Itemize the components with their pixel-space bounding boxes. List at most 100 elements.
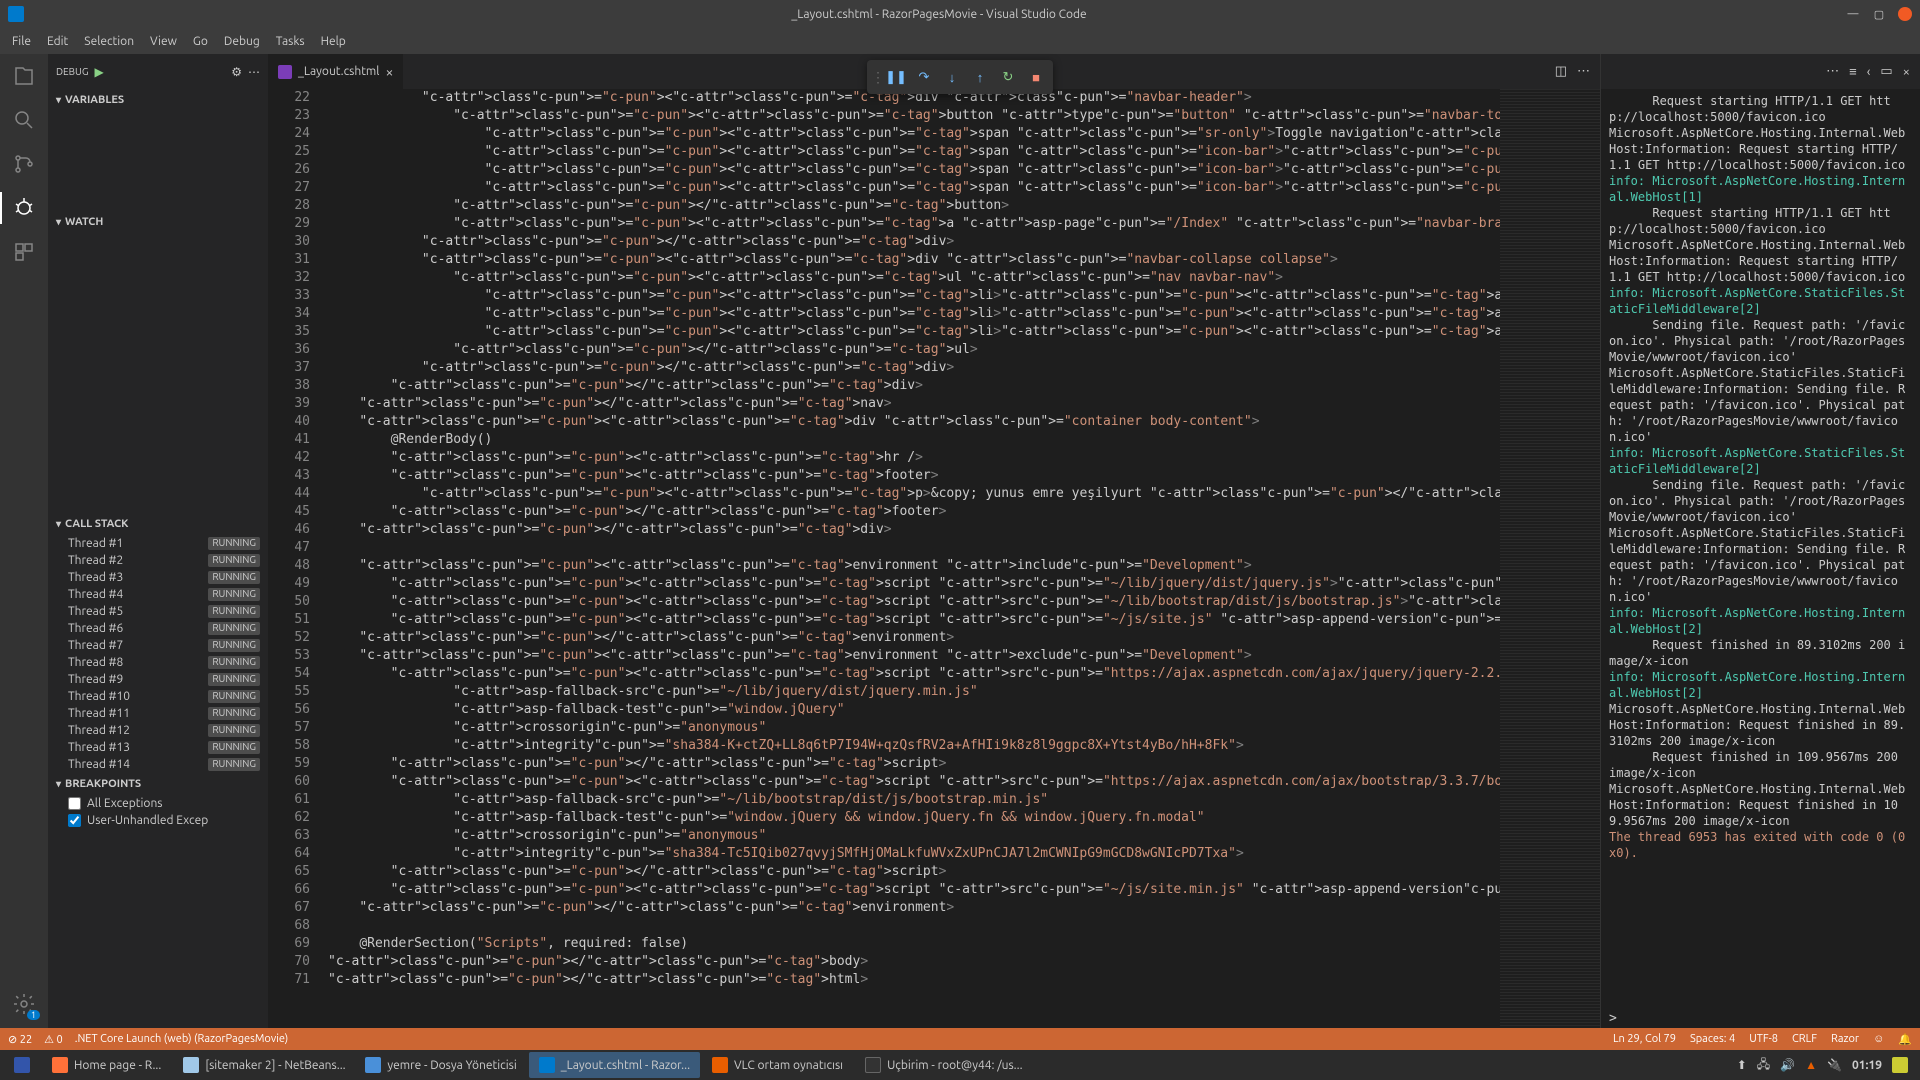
menu-edit[interactable]: Edit (39, 31, 76, 52)
thread-row[interactable]: Thread #1RUNNING (48, 535, 268, 552)
app-icon (365, 1057, 381, 1073)
menu-selection[interactable]: Selection (76, 31, 142, 52)
tray-battery-icon[interactable]: 🔌 (1827, 1058, 1842, 1072)
step-over-button[interactable]: ↷ (911, 64, 937, 90)
callstack-header[interactable]: ▾ CALL STACK (48, 513, 268, 535)
thread-row[interactable]: Thread #13RUNNING (48, 739, 268, 756)
bp-all-checkbox[interactable] (68, 797, 81, 810)
activity-bar: 1 (0, 54, 48, 1028)
word-wrap-icon[interactable]: ≡ (1849, 64, 1857, 79)
tab-label: _Layout.cshtml (298, 65, 379, 78)
thread-row[interactable]: Thread #6RUNNING (48, 620, 268, 637)
menu-tasks[interactable]: Tasks (268, 31, 313, 52)
status-bell-icon[interactable]: 🔔 (1898, 1033, 1912, 1046)
status-errors[interactable]: ⊘ 22 (8, 1033, 32, 1046)
thread-row[interactable]: Thread #11RUNNING (48, 705, 268, 722)
thread-row[interactable]: Thread #14RUNNING (48, 756, 268, 773)
thread-row[interactable]: Thread #7RUNNING (48, 637, 268, 654)
step-out-button[interactable]: ↑ (967, 64, 993, 90)
thread-row[interactable]: Thread #8RUNNING (48, 654, 268, 671)
debug-config-gear-icon[interactable]: ⚙ (231, 65, 242, 79)
thread-row[interactable]: Thread #10RUNNING (48, 688, 268, 705)
tab-close-icon[interactable]: × (385, 64, 393, 80)
panel-layout-icon[interactable]: ▭ (1880, 64, 1892, 79)
debug-more-icon[interactable]: ⋯ (248, 65, 260, 79)
menu-debug[interactable]: Debug (216, 31, 268, 52)
status-spaces[interactable]: Spaces: 4 (1690, 1033, 1735, 1046)
menubar: FileEditSelectionViewGoDebugTasksHelp (0, 28, 1920, 54)
tray-vlc-icon[interactable]: ▲ (1805, 1058, 1817, 1072)
status-warnings[interactable]: ⚠ 0 (44, 1033, 63, 1046)
thread-row[interactable]: Thread #12RUNNING (48, 722, 268, 739)
bp-unh-checkbox[interactable] (68, 814, 81, 827)
code-area[interactable]: "c-attr">class"c-pun">="c-pun"><"c-attr"… (328, 89, 1500, 1028)
panel-back-icon[interactable]: ‹ (1867, 65, 1871, 79)
system-tray: ⬆ 🖧 🔊 ▲ 🔌 01:19 (1737, 1055, 1916, 1076)
status-encoding[interactable]: UTF-8 (1749, 1033, 1778, 1046)
status-feedback-icon[interactable]: ☺ (1873, 1033, 1884, 1046)
taskbar-item[interactable]: Home page - R... (42, 1052, 171, 1078)
thread-row[interactable]: Thread #9RUNNING (48, 671, 268, 688)
search-icon[interactable] (10, 106, 38, 134)
watch-header[interactable]: ▾ WATCH (48, 211, 268, 233)
breakpoints-header[interactable]: ▾ BREAKPOINTS (48, 773, 268, 795)
scm-icon[interactable] (10, 150, 38, 178)
tray-network-icon[interactable]: 🖧 (1757, 1055, 1770, 1076)
close-button[interactable] (1898, 7, 1912, 21)
thread-row[interactable]: Thread #2RUNNING (48, 552, 268, 569)
tray-volume-icon[interactable]: 🔊 (1780, 1058, 1795, 1072)
chevron-down-icon: ▾ (56, 94, 61, 106)
more-actions-icon[interactable]: ⋯ (1577, 64, 1590, 79)
variables-header[interactable]: ▾ VARIABLES (48, 89, 268, 111)
tray-user-icon[interactable] (1892, 1057, 1908, 1073)
status-launch-config[interactable]: .NET Core Launch (web) (RazorPagesMovie) (75, 1033, 289, 1045)
tab-layout-cshtml[interactable]: _Layout.cshtml × (268, 54, 404, 89)
debug-panel-label: DEBUG (56, 66, 88, 77)
line-gutter: 2223242526272829303132333435363738394041… (268, 89, 328, 1028)
minimize-button[interactable]: — (1846, 7, 1860, 21)
panel-header: ⋯ ≡ ‹ ▭ × (1601, 54, 1920, 89)
thread-row[interactable]: Thread #4RUNNING (48, 586, 268, 603)
menu-help[interactable]: Help (313, 31, 354, 52)
step-into-button[interactable]: ↓ (939, 64, 965, 90)
debug-toolbar[interactable]: ⋮⋮ ❚❚ ↷ ↓ ↑ ↻ ■ (867, 60, 1053, 94)
stop-button[interactable]: ■ (1023, 64, 1049, 90)
taskbar-item[interactable]: [sitemaker 2] - NetBeans... (173, 1052, 353, 1078)
status-eol[interactable]: CRLF (1792, 1033, 1817, 1046)
thread-row[interactable]: Thread #5RUNNING (48, 603, 268, 620)
debug-icon[interactable] (10, 194, 38, 222)
panel-more-icon[interactable]: ⋯ (1826, 64, 1839, 79)
debug-console-output[interactable]: Request starting HTTP/1.1 GET http://loc… (1601, 89, 1920, 1009)
status-language[interactable]: Razor (1831, 1033, 1859, 1046)
bp-all-exceptions[interactable]: All Exceptions (48, 795, 268, 812)
menu-go[interactable]: Go (185, 31, 216, 52)
bp-user-unhandled[interactable]: User-Unhandled Excep (48, 812, 268, 829)
drag-handle-icon[interactable]: ⋮⋮ (871, 64, 881, 90)
start-debug-button[interactable]: ▶ (94, 65, 103, 79)
os-taskbar: Home page - R...[sitemaker 2] - NetBeans… (0, 1050, 1920, 1080)
tray-1-icon[interactable]: ⬆ (1737, 1058, 1747, 1072)
chevron-down-icon: ▾ (56, 216, 61, 228)
taskbar-item[interactable]: Uçbirim - root@y44: /us... (855, 1052, 1032, 1078)
debug-sidebar: DEBUG ▶ ⚙ ⋯ ▾ VARIABLES ▾ WATCH ▾ CALL S… (48, 54, 268, 1028)
menu-view[interactable]: View (142, 31, 185, 52)
debug-console-input[interactable]: > (1601, 1009, 1920, 1028)
taskbar-item[interactable]: _Layout.cshtml - Razor... (529, 1052, 700, 1078)
menu-file[interactable]: File (4, 31, 39, 52)
extensions-icon[interactable] (10, 238, 38, 266)
taskbar-menu-button[interactable] (4, 1052, 40, 1078)
pause-button[interactable]: ❚❚ (883, 64, 909, 90)
taskbar-item[interactable]: yemre - Dosya Yöneticisi (355, 1052, 526, 1078)
split-editor-icon[interactable]: ◫ (1555, 64, 1567, 79)
settings-icon[interactable]: 1 (10, 990, 38, 1018)
explorer-icon[interactable] (10, 62, 38, 90)
taskbar-item[interactable]: VLC ortam oynatıcısı (702, 1052, 853, 1078)
tray-clock[interactable]: 01:19 (1852, 1059, 1882, 1072)
minimap[interactable] (1500, 89, 1600, 1028)
status-lncol[interactable]: Ln 29, Col 79 (1613, 1033, 1676, 1046)
restart-button[interactable]: ↻ (995, 64, 1021, 90)
maximize-button[interactable]: ▢ (1872, 7, 1886, 21)
editor-body[interactable]: 2223242526272829303132333435363738394041… (268, 89, 1600, 1028)
thread-row[interactable]: Thread #3RUNNING (48, 569, 268, 586)
panel-close-icon[interactable]: × (1903, 65, 1910, 79)
